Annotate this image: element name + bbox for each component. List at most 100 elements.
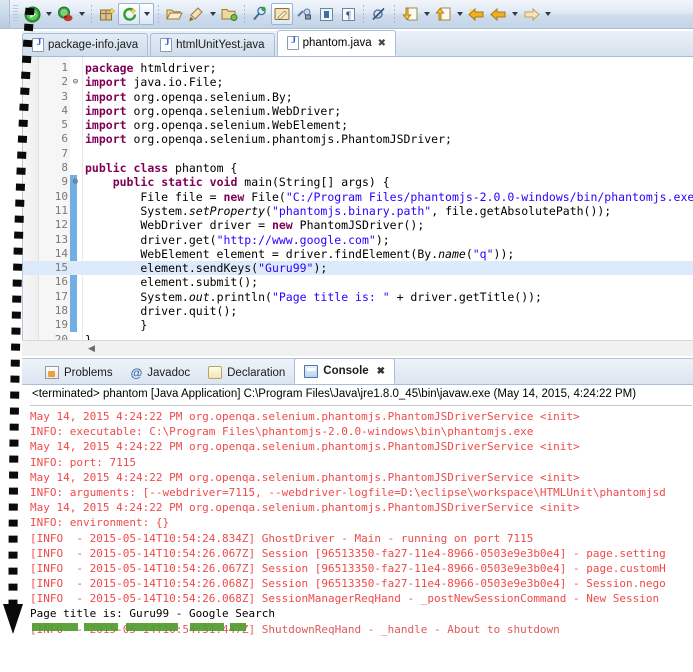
line-number: 14	[54, 246, 68, 260]
console-header-divider	[30, 405, 692, 406]
console-icon	[304, 364, 319, 378]
open-type-button[interactable]	[163, 3, 185, 25]
redaction-mark	[84, 622, 118, 631]
line-number: 4	[61, 103, 68, 117]
java-file-icon	[32, 38, 45, 52]
last-edit-location-button[interactable]	[465, 3, 487, 25]
line-number: 8	[61, 161, 68, 175]
editor-tab-label: htmlUnitYest.java	[176, 39, 265, 51]
code-line[interactable]: 9 ⊖ public static void main(String[] args…	[23, 175, 693, 189]
block-select-icon[interactable]	[315, 3, 337, 25]
console-line: INFO: arguments: [--webdriver=7115, --we…	[30, 485, 666, 499]
next-annotation-button[interactable]	[399, 3, 421, 25]
pilcrow-icon[interactable]: ¶	[337, 3, 359, 25]
code-text: File file = new File("C:/Program Files/p…	[85, 189, 693, 204]
scroll-left-arrow-icon[interactable]: ◀	[88, 343, 95, 354]
new-folder-button[interactable]	[218, 3, 240, 25]
redaction-mark	[32, 622, 78, 631]
console-line: May 14, 2015 4:24:22 PM org.openqa.selen…	[30, 470, 580, 484]
next-annotation-dropdown[interactable]	[421, 3, 432, 25]
code-text: }	[85, 318, 148, 333]
tab-declaration[interactable]: Declaration	[199, 361, 294, 384]
external-tools-button[interactable]	[185, 3, 207, 25]
code-line[interactable]: 14 WebElement element = driver.findEleme…	[23, 247, 693, 261]
close-icon[interactable]: ✖	[377, 366, 385, 377]
search-icon[interactable]	[249, 3, 271, 25]
code-line[interactable]: 16 element.submit();	[23, 275, 693, 289]
editor-code-lines: 1 package htmldriver; 2 ⊖ import java.io.Fil…	[23, 61, 693, 347]
line-number: 13	[54, 232, 68, 246]
forward-dropdown[interactable]	[542, 3, 553, 25]
editor-tab-phantom[interactable]: phantom.java ✖	[276, 30, 397, 56]
toolbar-left-edge	[0, 0, 10, 28]
code-line[interactable]: 10 File file = new File("C:/Program File…	[23, 190, 693, 204]
code-line[interactable]: 18 driver.quit();	[23, 304, 693, 318]
forward-button[interactable]	[520, 3, 542, 25]
edit-button[interactable]	[271, 3, 293, 25]
code-line[interactable]: 4 import org.openqa.selenium.WebDriver;	[23, 104, 693, 118]
code-line[interactable]: 12 WebDriver driver = new PhantomJSDrive…	[23, 218, 693, 232]
code-line[interactable]: 7	[23, 147, 693, 161]
code-line[interactable]: 2 ⊖ import java.io.File;	[23, 75, 693, 89]
code-line[interactable]: 15 element.sendKeys("Guru99");	[23, 261, 693, 276]
code-text: WebElement element = driver.findElement(…	[85, 246, 515, 261]
code-text: driver.get("http://www.google.com");	[85, 232, 390, 247]
console-line: [INFO - 2015-05-14T10:54:26.068Z] Sessio…	[30, 577, 666, 591]
fold-toggle-icon[interactable]: ⊖	[70, 177, 81, 188]
run-dropdown[interactable]	[43, 3, 54, 25]
tab-console[interactable]: Console ✖	[294, 358, 396, 384]
editor-tab-package-info[interactable]: package-info.java	[22, 33, 149, 56]
line-number: 6	[61, 132, 68, 146]
code-line[interactable]: 17 System.out.println("Page title is: " …	[23, 290, 693, 304]
tab-problems[interactable]: Problems	[36, 361, 122, 384]
previous-annotation-button[interactable]	[432, 3, 454, 25]
close-icon[interactable]: ✖	[378, 38, 386, 49]
panel-tab-label: Javadoc	[147, 366, 191, 379]
console-output[interactable]: May 14, 2015 4:24:22 PM org.openqa.selen…	[30, 409, 693, 637]
code-line[interactable]: 8 public class phantom {	[23, 161, 693, 175]
code-line[interactable]: 1 package htmldriver;	[23, 61, 693, 75]
line-number: 3	[61, 89, 68, 103]
coverage-dropdown[interactable]	[140, 3, 154, 25]
code-line[interactable]: 19 }	[23, 318, 693, 332]
run-button[interactable]	[21, 3, 43, 25]
panel-tab-label: Problems	[64, 366, 113, 379]
toolbar-separator-3	[244, 5, 245, 23]
tab-javadoc[interactable]: @ Javadoc	[122, 361, 200, 384]
code-text: import org.openqa.selenium.By;	[85, 89, 293, 104]
editor-horizontal-scrollbar[interactable]: ◀	[22, 340, 693, 356]
back-button[interactable]	[487, 3, 509, 25]
editor-tab-bar: package-info.java htmlUnitYest.java phan…	[22, 30, 693, 57]
previous-annotation-dropdown[interactable]	[454, 3, 465, 25]
editor-tab-htmlunityest[interactable]: htmlUnitYest.java	[150, 33, 275, 56]
line-number: 5	[61, 118, 68, 132]
breakpoint-skip-icon[interactable]	[368, 3, 390, 25]
back-dropdown[interactable]	[509, 3, 520, 25]
link-icon[interactable]	[293, 3, 315, 25]
line-number: 12	[54, 218, 68, 232]
toolbar-grip[interactable]	[13, 5, 18, 23]
console-line: INFO: executable: C:\Program Files\phant…	[30, 425, 534, 439]
fold-toggle-icon[interactable]: ⊖	[70, 77, 81, 88]
line-number: 2	[61, 75, 68, 89]
console-line: May 14, 2015 4:24:22 PM org.openqa.selen…	[30, 501, 580, 515]
code-text: import org.openqa.selenium.WebElement;	[85, 118, 349, 133]
debug-button[interactable]	[54, 3, 76, 25]
code-line[interactable]: 11 System.setProperty("phantomjs.binary.…	[23, 204, 693, 218]
code-line[interactable]: 13 driver.get("http://www.google.com");	[23, 233, 693, 247]
code-text: public class phantom {	[85, 161, 238, 176]
line-number: 11	[54, 203, 68, 217]
code-line[interactable]: 6 import org.openqa.selenium.phantomjs.Ph…	[23, 132, 693, 146]
javadoc-at-icon: @	[130, 365, 143, 380]
console-line: May 14, 2015 4:24:22 PM org.openqa.selen…	[30, 440, 580, 454]
debug-dropdown[interactable]	[76, 3, 87, 25]
console-line: [INFO - 2015-05-14T10:54:24.834Z] GhostD…	[30, 531, 534, 545]
new-java-package-button[interactable]	[96, 3, 118, 25]
code-line[interactable]: 5 import org.openqa.selenium.WebElement;	[23, 118, 693, 132]
external-tools-dropdown[interactable]	[207, 3, 218, 25]
code-text: driver.quit();	[85, 304, 238, 319]
toolbar-separator-4	[363, 5, 364, 23]
code-line[interactable]: 3 import org.openqa.selenium.By;	[23, 90, 693, 104]
coverage-button[interactable]	[118, 3, 140, 25]
code-editor[interactable]: 1 package htmldriver; 2 ⊖ import java.io.Fil…	[22, 57, 693, 395]
